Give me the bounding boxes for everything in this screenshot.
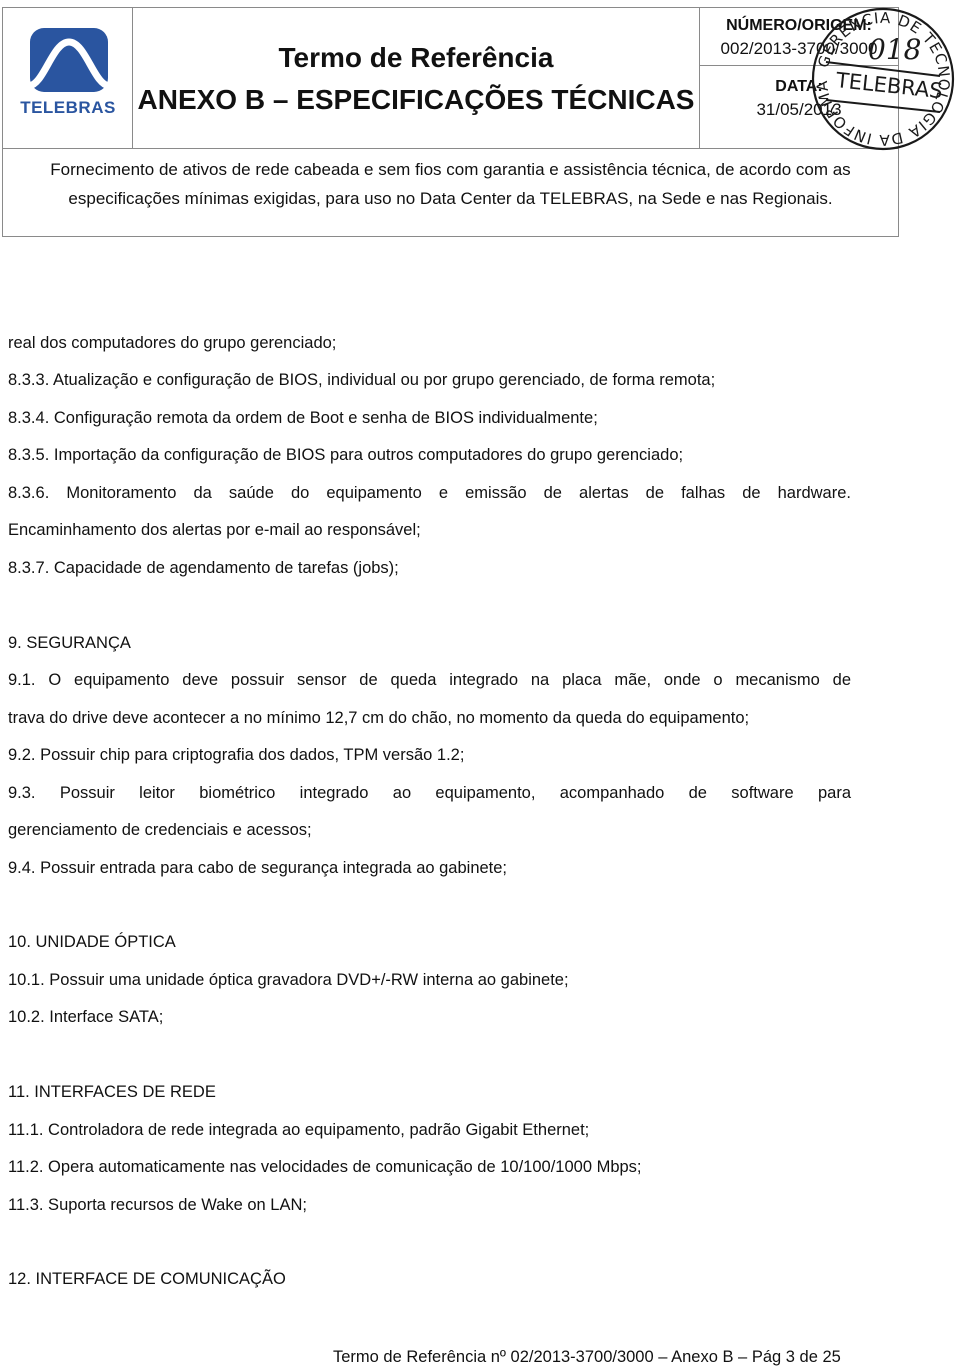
section-heading-12: 12. INTERFACE DE COMUNICAÇÃO: [8, 1270, 286, 1288]
document-title: Termo de Referência: [278, 42, 554, 73]
page-footer: Termo de Referência nº 02/2013-3700/3000…: [333, 1348, 841, 1366]
item-9-3: 9.3. Possuir leitor biométrico integrado…: [8, 784, 851, 802]
date-label: DATA:: [775, 78, 823, 95]
item-11-3: 11.3. Suporta recursos de Wake on LAN;: [8, 1196, 307, 1214]
item-11-1: 11.1. Controladora de rede integrada ao …: [8, 1121, 590, 1139]
section-heading-10: 10. UNIDADE ÓPTICA: [8, 933, 176, 951]
item-9-2: 9.2. Possuir chip para criptografia dos …: [8, 746, 465, 764]
date-cell: DATA: 31/05/2013: [700, 66, 898, 148]
telebras-logo-icon: [30, 28, 108, 92]
document-header: TELEBRAS Termo de Referência ANEXO B – E…: [2, 7, 899, 237]
item-9-3-cont: gerenciamento de credenciais e acessos;: [8, 821, 312, 839]
item-10-2: 10.2. Interface SATA;: [8, 1008, 164, 1026]
item-8-3-6: 8.3.6. Monitoramento da saúde do equipam…: [8, 484, 851, 502]
item-8-3-3: 8.3.3. Atualização e configuração de BIO…: [8, 371, 716, 389]
document-subtitle: ANEXO B – ESPECIFICAÇÕES TÉCNICAS: [137, 84, 695, 115]
section-heading-9: 9. SEGURANÇA: [8, 634, 131, 652]
section-heading-11: 11. INTERFACES DE REDE: [8, 1083, 216, 1101]
body-line: real dos computadores do grupo gerenciad…: [8, 334, 337, 352]
item-8-3-5: 8.3.5. Importação da configuração de BIO…: [8, 446, 684, 464]
item-8-3-4: 8.3.4. Configuração remota da ordem de B…: [8, 409, 598, 427]
number-value: 002/2013-3700/3000: [720, 39, 878, 58]
number-cell: NÚMERO/ORIGEM: 002/2013-3700/3000: [700, 8, 898, 66]
item-9-4: 9.4. Possuir entrada para cabo de segura…: [8, 859, 508, 877]
number-label: NÚMERO/ORIGEM:: [726, 17, 872, 34]
item-8-3-7: 8.3.7. Capacidade de agendamento de tare…: [8, 559, 399, 577]
date-value: 31/05/2013: [756, 100, 842, 119]
logo-cell: TELEBRAS: [3, 8, 133, 148]
item-9-1-cont: trava do drive deve acontecer a no mínim…: [8, 709, 750, 727]
logo-text: TELEBRAS: [20, 98, 116, 117]
header-description: Fornecimento de ativos de rede cabeada e…: [3, 148, 898, 236]
title-cell: Termo de Referência ANEXO B – ESPECIFICA…: [133, 8, 700, 148]
item-11-2: 11.2. Opera automaticamente nas velocida…: [8, 1158, 642, 1176]
item-9-1: 9.1. O equipamento deve possuir sensor d…: [8, 671, 851, 689]
item-8-3-6-cont: Encaminhamento dos alertas por e-mail ao…: [8, 521, 421, 539]
item-10-1: 10.1. Possuir uma unidade óptica gravado…: [8, 971, 569, 989]
